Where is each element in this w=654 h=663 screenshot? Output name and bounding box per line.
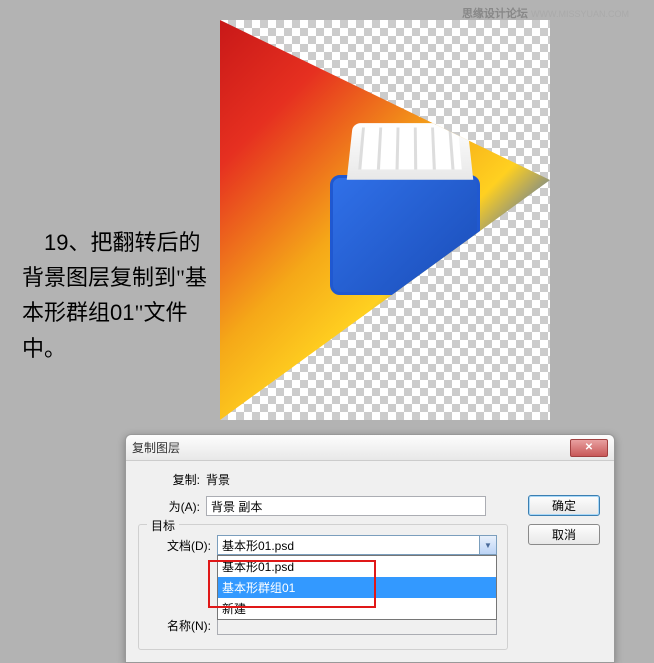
watermark-site: 思缘设计论坛 xyxy=(462,8,528,20)
ok-button[interactable]: 确定 xyxy=(528,495,600,516)
close-icon: ✕ xyxy=(585,442,593,453)
dialog-title: 复制图层 xyxy=(132,439,570,456)
chevron-down-icon: ▼ xyxy=(479,536,496,554)
duplicate-layer-dialog: 复制图层 ✕ 复制: 背景 为(A): 目标 文档(D): 基本形01.psd … xyxy=(125,434,615,663)
as-input[interactable] xyxy=(206,496,486,516)
masked-layer-preview xyxy=(220,20,550,420)
as-label: 为(A): xyxy=(138,498,200,515)
toy-roof-shape xyxy=(347,123,473,180)
toy-detail-dot xyxy=(417,274,432,289)
close-button[interactable]: ✕ xyxy=(570,439,608,457)
watermark-header: 思缘设计论坛 WWW.MISSYUAN.COM xyxy=(462,5,629,21)
dropdown-option[interactable]: 基本形01.psd xyxy=(218,556,496,577)
image-canvas xyxy=(220,20,550,420)
copy-label: 复制: xyxy=(138,471,200,488)
document-dropdown-list: 基本形01.psd 基本形群组01 新建 xyxy=(217,555,497,620)
name-label: 名称(N): xyxy=(149,617,211,634)
watermark-url: WWW.MISSYUAN.COM xyxy=(531,9,629,19)
toy-body-shape xyxy=(330,175,480,295)
dropdown-option-selected[interactable]: 基本形群组01 xyxy=(218,577,496,598)
copy-source-value: 背景 xyxy=(206,471,230,488)
document-select-value: 基本形01.psd xyxy=(218,537,479,554)
target-fieldset: 目标 文档(D): 基本形01.psd ▼ 基本形01.psd 基本形群组01 … xyxy=(138,524,508,650)
dialog-body: 复制: 背景 为(A): 目标 文档(D): 基本形01.psd ▼ 基本形01… xyxy=(126,461,614,662)
dialog-titlebar[interactable]: 复制图层 ✕ xyxy=(126,435,614,461)
document-label: 文档(D): xyxy=(149,537,211,554)
document-select[interactable]: 基本形01.psd ▼ 基本形01.psd 基本形群组01 新建 xyxy=(217,535,497,555)
dropdown-option[interactable]: 新建 xyxy=(218,598,496,619)
cancel-button[interactable]: 取消 xyxy=(528,524,600,545)
target-legend: 目标 xyxy=(147,517,179,534)
tutorial-step-text: 19、把翻转后的背景图层复制到"基本形群组01"文件中。 xyxy=(22,225,222,366)
